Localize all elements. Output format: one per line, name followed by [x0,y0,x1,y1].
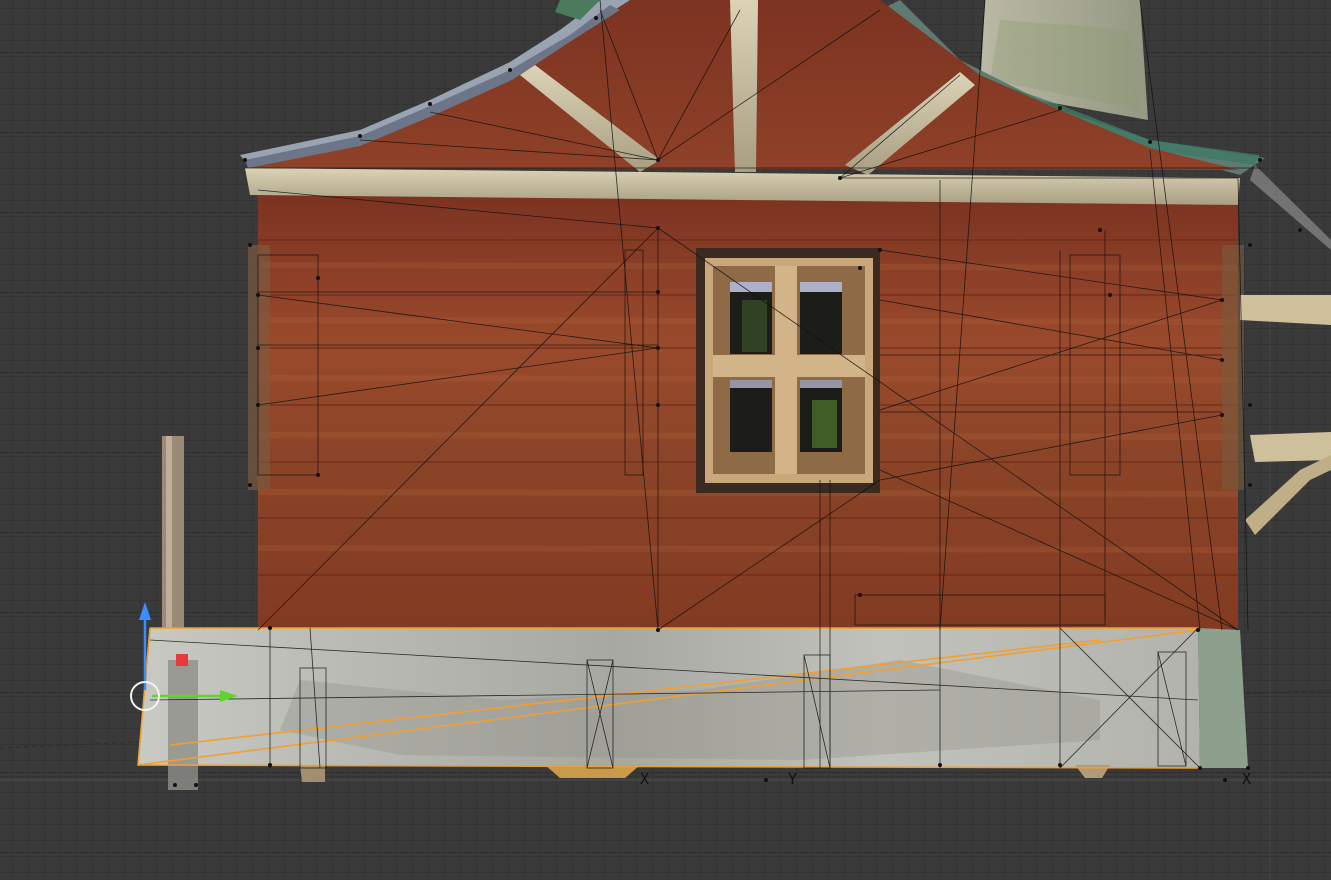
axis-label-x-right: X [1242,770,1252,788]
scene-canvas[interactable] [0,0,1331,880]
axis-label-y: Y [788,770,798,788]
side-beams [1240,295,1331,535]
window[interactable] [696,248,880,493]
corner-post-left [248,245,270,490]
porch-post [162,436,184,636]
arrow-up-icon[interactable] [139,602,151,620]
square-handle-icon[interactable] [176,654,188,666]
3d-viewport[interactable]: X Y X [0,0,1331,880]
axis-label-x-left: X [640,770,650,788]
corner-post-right [1222,245,1244,490]
step [168,660,198,790]
foundation-side [1198,628,1248,768]
